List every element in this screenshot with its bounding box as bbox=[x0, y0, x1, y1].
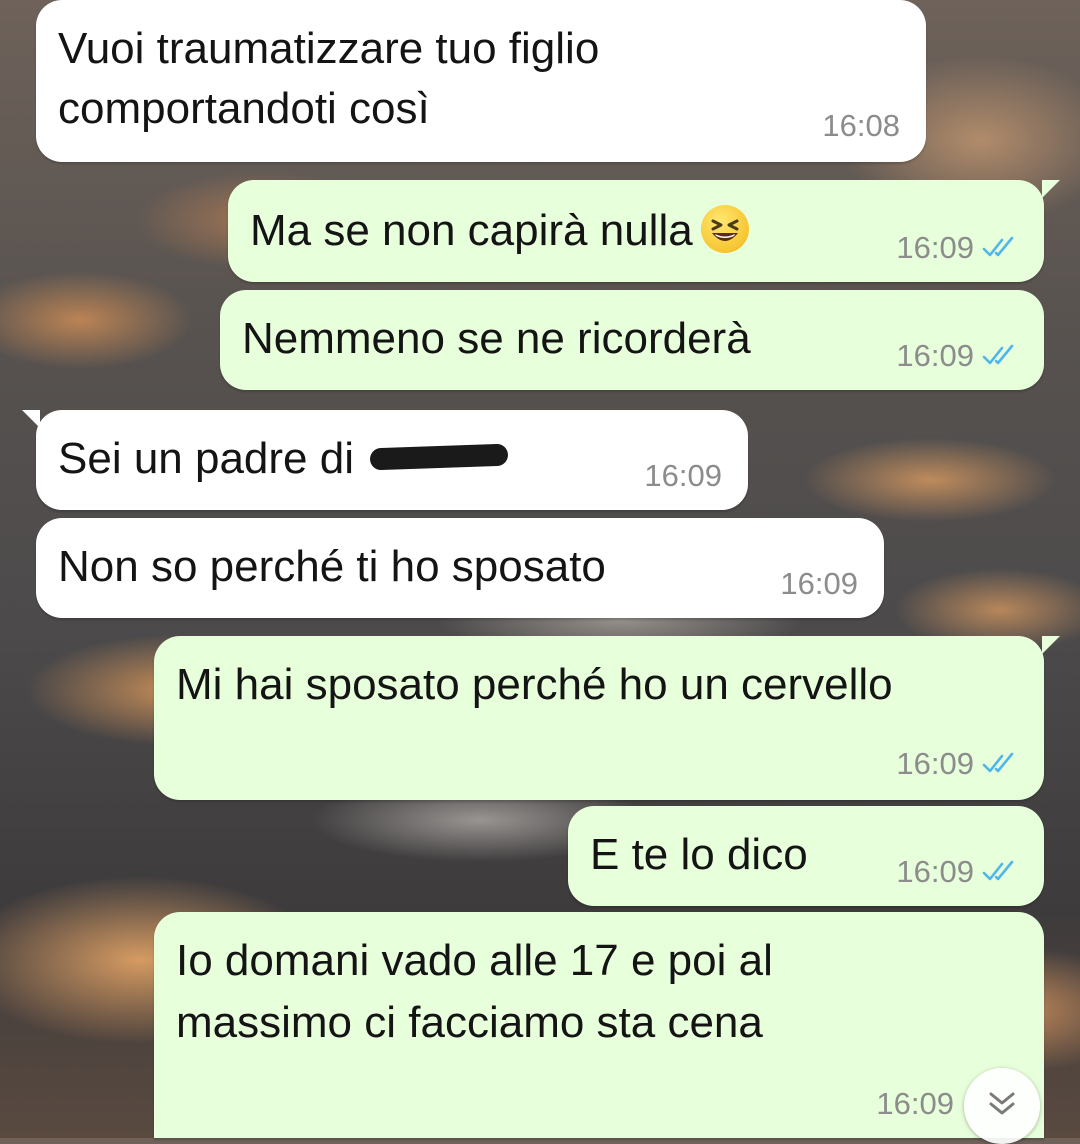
message-time: 16:09 bbox=[896, 230, 974, 265]
bubble-tail bbox=[22, 410, 40, 428]
message-meta: 16:08 bbox=[822, 108, 900, 144]
scroll-to-bottom-button[interactable] bbox=[964, 1068, 1040, 1144]
message-meta: 16:09 bbox=[896, 230, 1018, 266]
message-time: 16:09 bbox=[896, 338, 974, 373]
message-meta: 16:09 bbox=[896, 746, 1018, 782]
message-meta: 16:09 bbox=[644, 458, 722, 494]
message-time: 16:09 bbox=[896, 746, 974, 781]
message-text-line: Vuoi traumatizzare tuo figlio bbox=[58, 24, 600, 73]
message-meta: 16:09 bbox=[896, 338, 1018, 374]
double-check-icon bbox=[982, 752, 1018, 776]
double-check-icon bbox=[982, 344, 1018, 368]
bubble-tail bbox=[1042, 180, 1060, 198]
message-bubble-outgoing[interactable]: Ma se non capirà nulla 16:09 bbox=[228, 180, 1060, 282]
message-bubble-incoming[interactable]: Sei un padre di 16:09 bbox=[22, 410, 748, 510]
message-meta: 16:09 bbox=[876, 1086, 954, 1122]
message-time: 16:09 bbox=[780, 566, 858, 601]
redaction-scribble bbox=[369, 443, 509, 471]
message-text: E te lo dico bbox=[590, 830, 808, 879]
bubble-tail bbox=[1042, 636, 1060, 654]
message-bubble-outgoing[interactable]: Io domani vado alle 17 e poi al massimo … bbox=[154, 912, 1044, 1138]
message-text: Ma se non capirà nulla bbox=[250, 204, 749, 258]
message-bubble-outgoing[interactable]: Mi hai sposato perché ho un cervello 16:… bbox=[154, 636, 1060, 800]
message-text: Sei un padre di bbox=[58, 432, 509, 486]
message-text-line: comportandoti così bbox=[58, 84, 430, 133]
message-time: 16:09 bbox=[644, 458, 722, 493]
message-meta: 16:09 bbox=[896, 854, 1018, 890]
message-time: 16:08 bbox=[822, 108, 900, 143]
message-bubble-incoming[interactable]: Non so perché ti ho sposato 16:09 bbox=[36, 518, 884, 618]
message-time: 16:09 bbox=[876, 1086, 954, 1121]
message-bubble-outgoing[interactable]: E te lo dico 16:09 bbox=[568, 806, 1044, 906]
message-text-content: Ma se non capirà nulla bbox=[250, 206, 693, 255]
message-text: Nemmeno se ne ricorderà bbox=[242, 314, 751, 363]
message-text-line: Io domani vado alle 17 e poi al bbox=[176, 936, 773, 985]
message-text: Non so perché ti ho sposato bbox=[58, 542, 606, 591]
double-check-icon bbox=[982, 236, 1018, 260]
grinning-squinting-face-emoji-icon bbox=[700, 205, 749, 254]
message-bubble-incoming[interactable]: Vuoi traumatizzare tuo figlio comportand… bbox=[36, 0, 926, 162]
message-text-content: Sei un padre di bbox=[58, 434, 354, 483]
double-check-icon bbox=[982, 860, 1018, 884]
message-bubble-outgoing[interactable]: Nemmeno se ne ricorderà 16:09 bbox=[220, 290, 1044, 390]
message-time: 16:09 bbox=[896, 854, 974, 889]
message-meta: 16:09 bbox=[780, 566, 858, 602]
message-text-line: massimo ci facciamo sta cena bbox=[176, 998, 763, 1047]
double-chevron-down-icon bbox=[986, 1090, 1018, 1123]
message-text: Mi hai sposato perché ho un cervello bbox=[176, 660, 893, 709]
